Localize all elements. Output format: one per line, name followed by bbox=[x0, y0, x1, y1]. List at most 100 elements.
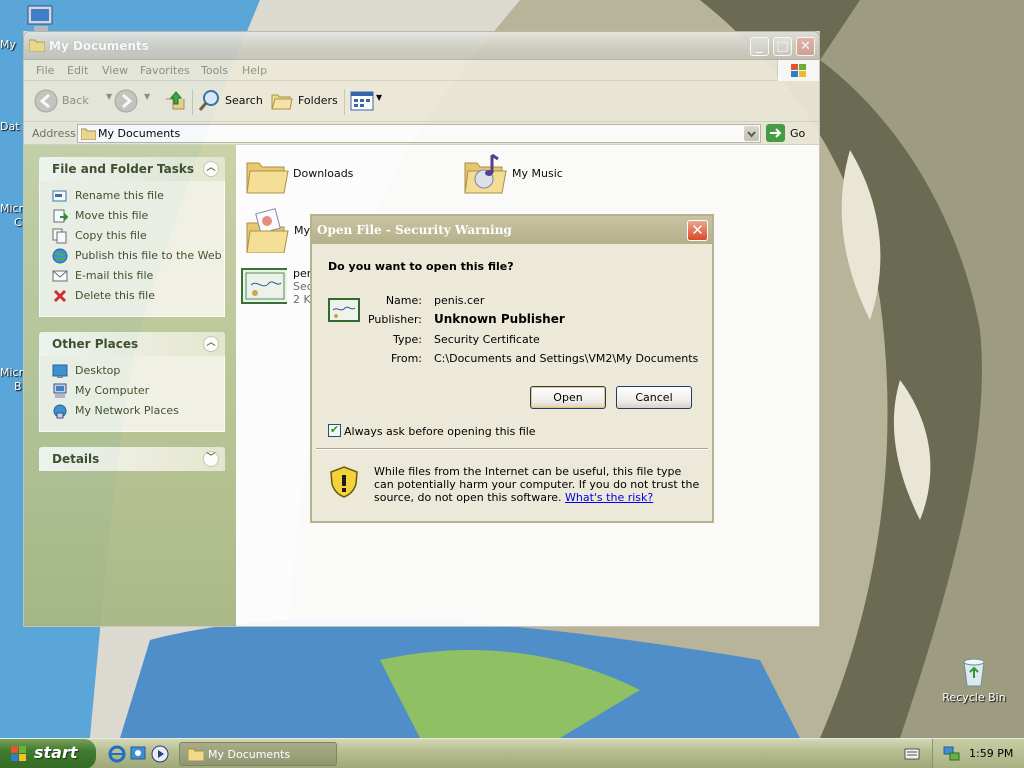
task-label: Rename this file bbox=[75, 189, 164, 202]
folder-icon bbox=[81, 128, 96, 140]
show-desktop-icon[interactable] bbox=[129, 745, 147, 763]
keyboard-icon[interactable] bbox=[904, 747, 920, 761]
start-label: start bbox=[34, 743, 78, 762]
from-label: From: bbox=[391, 352, 422, 365]
task-label: Publish this file to the Web bbox=[75, 249, 222, 262]
task-pane: File and Folder Tasks ︿ Rename this file… bbox=[24, 145, 236, 626]
task-publish[interactable]: Publish this file to the Web bbox=[52, 247, 222, 265]
dialog-close-button[interactable]: ✕ bbox=[687, 220, 708, 241]
media-player-icon[interactable] bbox=[151, 745, 169, 763]
search-icon bbox=[198, 90, 219, 111]
task-label: Delete this file bbox=[75, 289, 155, 302]
my-computer-desktop-icon[interactable] bbox=[24, 4, 56, 34]
file-name: per bbox=[293, 267, 312, 280]
recycle-bin-icon bbox=[958, 656, 990, 688]
place-desktop[interactable]: Desktop bbox=[52, 362, 222, 380]
task-rename[interactable]: Rename this file bbox=[52, 187, 222, 205]
computer-icon bbox=[53, 383, 67, 398]
back-button[interactable]: Back ▼ bbox=[34, 89, 120, 113]
warning-shield-icon bbox=[330, 466, 358, 498]
details-header[interactable]: Details ﹀ bbox=[39, 447, 225, 471]
maximize-button[interactable]: □ bbox=[773, 37, 792, 56]
explorer-titlebar[interactable]: My Documents _ □ ✕ bbox=[23, 31, 820, 60]
taskbar-my-documents-button[interactable]: My Documents bbox=[179, 742, 337, 766]
desktop-clipped-label: My bbox=[0, 38, 17, 51]
recycle-bin-desktop-icon[interactable]: Recycle Bin bbox=[939, 656, 1009, 704]
folders-icon bbox=[271, 94, 293, 110]
always-ask-checkbox[interactable]: ✔ bbox=[328, 423, 341, 437]
copy-icon bbox=[52, 228, 67, 244]
place-network[interactable]: My Network Places bbox=[52, 402, 222, 420]
back-arrow-icon bbox=[34, 89, 58, 113]
menu-help[interactable]: Help bbox=[242, 64, 267, 77]
collapse-icon[interactable]: ︿ bbox=[203, 336, 219, 352]
recycle-bin-label: Recycle Bin bbox=[942, 691, 1006, 704]
task-move[interactable]: Move this file bbox=[52, 207, 222, 225]
cancel-button[interactable]: Cancel bbox=[616, 386, 692, 409]
whats-the-risk-link[interactable]: What's the risk? bbox=[565, 491, 653, 504]
open-button[interactable]: Open bbox=[530, 386, 606, 409]
task-copy[interactable]: Copy this file bbox=[52, 227, 222, 245]
task-email[interactable]: E-mail this file bbox=[52, 267, 222, 285]
menu-edit[interactable]: Edit bbox=[67, 64, 88, 77]
address-dropdown-button[interactable] bbox=[744, 126, 759, 141]
collapse-icon[interactable]: ︿ bbox=[203, 161, 219, 177]
search-button[interactable]: Search bbox=[198, 89, 264, 113]
place-label: Desktop bbox=[75, 364, 121, 377]
up-folder-button[interactable] bbox=[164, 89, 186, 113]
type-label: Type: bbox=[393, 333, 422, 346]
always-ask-label: Always ask before opening this file bbox=[344, 425, 536, 438]
dialog-titlebar[interactable]: Open File - Security Warning ✕ bbox=[312, 216, 712, 244]
windows-flag-icon bbox=[11, 746, 26, 761]
toolbar-separator bbox=[192, 89, 193, 115]
place-my-computer[interactable]: My Computer bbox=[52, 382, 222, 400]
views-button[interactable]: ▼ bbox=[350, 90, 384, 112]
toolbar: Back ▼ ▼ Search Folders ▼ bbox=[24, 81, 819, 122]
menu-favorites[interactable]: Favorites bbox=[140, 64, 190, 77]
address-input[interactable]: My Documents bbox=[77, 124, 761, 143]
views-dropdown-icon: ▼ bbox=[376, 93, 383, 102]
folder-icon bbox=[246, 162, 289, 194]
file-item-certificate[interactable]: per Sec 2 KI bbox=[241, 267, 314, 311]
close-button[interactable]: ✕ bbox=[796, 37, 815, 56]
forward-button[interactable]: ▼ bbox=[114, 89, 154, 113]
folder-icon bbox=[188, 748, 204, 761]
menu-tools[interactable]: Tools bbox=[201, 64, 228, 77]
clock[interactable]: 1:59 PM bbox=[969, 747, 1013, 760]
task-delete[interactable]: Delete this file bbox=[52, 287, 222, 305]
file-item-downloads[interactable]: Downloads bbox=[244, 153, 374, 199]
start-button[interactable]: start bbox=[0, 739, 96, 768]
internet-explorer-icon[interactable] bbox=[108, 745, 126, 763]
email-icon bbox=[52, 270, 68, 282]
file-folder-tasks-header[interactable]: File and Folder Tasks ︿ bbox=[39, 157, 225, 181]
desktop-icon bbox=[52, 364, 68, 378]
other-places-header[interactable]: Other Places ︿ bbox=[39, 332, 225, 356]
go-label: Go bbox=[790, 127, 806, 140]
desktop-clipped-label: B bbox=[14, 380, 22, 393]
certificate-icon bbox=[241, 268, 287, 304]
close-icon: ✕ bbox=[691, 221, 704, 239]
go-arrow-icon bbox=[766, 124, 785, 142]
delete-icon bbox=[53, 289, 67, 303]
menu-bar: File Edit View Favorites Tools Help bbox=[24, 60, 819, 81]
back-dropdown-icon: ▼ bbox=[106, 92, 113, 101]
go-button[interactable]: Go bbox=[766, 124, 805, 146]
type-value: Security Certificate bbox=[434, 333, 540, 346]
publisher-value: Unknown Publisher bbox=[434, 312, 565, 326]
folders-button[interactable]: Folders bbox=[270, 89, 340, 113]
file-name: My Music bbox=[512, 167, 563, 180]
file-item-my-music[interactable]: My Music bbox=[462, 151, 592, 197]
desktop-clipped-label: Dat bbox=[0, 120, 20, 133]
minimize-button[interactable]: _ bbox=[750, 37, 769, 56]
address-value: My Documents bbox=[98, 127, 181, 140]
menu-file[interactable]: File bbox=[36, 64, 54, 77]
warning-message: While files from the Internet can be use… bbox=[374, 465, 704, 504]
toolbar-separator bbox=[344, 89, 345, 115]
minimize-icon: _ bbox=[756, 39, 763, 54]
network-status-icon[interactable] bbox=[943, 746, 961, 762]
name-value: penis.cer bbox=[434, 294, 485, 307]
network-icon bbox=[53, 404, 67, 419]
expand-icon[interactable]: ﹀ bbox=[203, 451, 219, 467]
menu-view[interactable]: View bbox=[102, 64, 128, 77]
task-label: E-mail this file bbox=[75, 269, 154, 282]
